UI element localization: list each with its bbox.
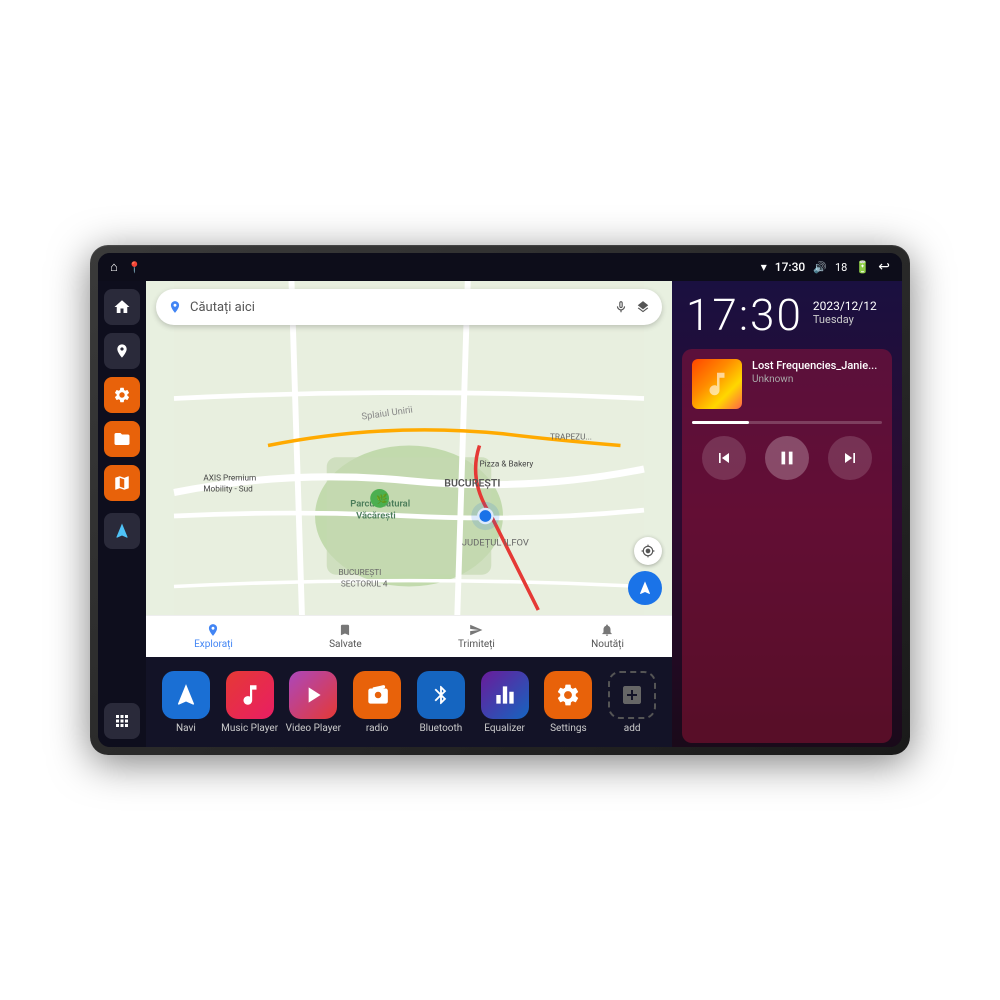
- status-right: ▾ 17:30 🔊 18 🔋 ↩: [761, 259, 890, 275]
- map-container: Splaiul Unirii BUCUREȘTI JUDEȚUL ILFOV B…: [146, 281, 672, 657]
- app-equalizer[interactable]: Equalizer: [475, 671, 535, 734]
- app-video[interactable]: Video Player: [283, 671, 343, 734]
- status-left: ⌂ 📍: [110, 259, 142, 275]
- battery-icon: 🔋: [855, 260, 870, 274]
- svg-text:BUCUREȘTI: BUCUREȘTI: [339, 568, 382, 578]
- map-tab-send[interactable]: Trimiteți: [458, 623, 495, 650]
- svg-text:JUDEȚUL ILFOV: JUDEȚUL ILFOV: [462, 537, 529, 548]
- map-tab-explore[interactable]: Explorați: [194, 623, 233, 650]
- equalizer-label: Equalizer: [484, 723, 525, 734]
- track-details: Lost Frequencies_Janie... Unknown: [752, 359, 882, 385]
- clock-date: 2023/12/12 Tuesday: [813, 293, 877, 326]
- car-head-unit: ⌂ 📍 ▾ 17:30 🔊 18 🔋 ↩: [90, 245, 910, 755]
- explore-label: Explorați: [194, 639, 233, 650]
- status-time: 17:30: [775, 260, 805, 274]
- progress-fill: [692, 421, 749, 424]
- app-bluetooth[interactable]: Bluetooth: [411, 671, 471, 734]
- maps-logo-icon: [168, 300, 182, 314]
- status-bar: ⌂ 📍 ▾ 17:30 🔊 18 🔋 ↩: [98, 253, 902, 281]
- svg-text:🌿: 🌿: [376, 493, 388, 505]
- track-name: Lost Frequencies_Janie...: [752, 359, 882, 372]
- bluetooth-label: Bluetooth: [419, 723, 462, 734]
- video-label: Video Player: [286, 723, 341, 734]
- maps-status-icon: 📍: [128, 261, 142, 274]
- clock-day: Tuesday: [813, 313, 877, 326]
- map-bottom-bar: Explorați Salvate Trimiteți: [146, 615, 672, 657]
- app-music[interactable]: Music Player: [220, 671, 280, 734]
- sidebar: [98, 281, 146, 747]
- svg-text:Văcărești: Văcărești: [356, 510, 396, 521]
- add-icon: [608, 671, 656, 719]
- music-icon: [226, 671, 274, 719]
- map-section[interactable]: Splaiul Unirii BUCUREȘTI JUDEȚUL ILFOV B…: [146, 281, 672, 657]
- search-input-text: Căutați aici: [190, 300, 606, 315]
- sidebar-btn-navi[interactable]: [104, 513, 140, 549]
- main-content: Splaiul Unirii BUCUREȘTI JUDEȚUL ILFOV B…: [98, 281, 902, 747]
- screen: ⌂ 📍 ▾ 17:30 🔊 18 🔋 ↩: [98, 253, 902, 747]
- sidebar-btn-settings[interactable]: [104, 377, 140, 413]
- svg-text:TRAPEZU...: TRAPEZU...: [550, 433, 592, 443]
- radio-icon: [353, 671, 401, 719]
- clock-section: 17:30 2023/12/12 Tuesday: [672, 281, 902, 345]
- map-tab-news[interactable]: Noutăți: [591, 623, 624, 650]
- map-search-bar[interactable]: Căutați aici: [156, 289, 662, 325]
- sidebar-btn-home[interactable]: [104, 289, 140, 325]
- sidebar-btn-apps[interactable]: [104, 703, 140, 739]
- map-search-icons: [614, 300, 650, 314]
- album-art-image: [692, 359, 742, 409]
- svg-text:BUCUREȘTI: BUCUREȘTI: [444, 477, 500, 490]
- radio-label: radio: [366, 723, 388, 734]
- apps-row: Navi Music Player Video Play: [146, 657, 672, 747]
- settings-label: Settings: [550, 723, 587, 734]
- track-artist: Unknown: [752, 374, 882, 385]
- app-radio[interactable]: radio: [347, 671, 407, 734]
- app-add[interactable]: add: [602, 671, 662, 734]
- next-button[interactable]: [828, 436, 872, 480]
- sidebar-btn-files[interactable]: [104, 421, 140, 457]
- svg-text:Mobility - Sud: Mobility - Sud: [203, 484, 253, 494]
- volume-icon: 🔊: [813, 261, 827, 274]
- add-label: add: [624, 723, 641, 734]
- sidebar-btn-location[interactable]: [104, 333, 140, 369]
- map-tab-saved[interactable]: Salvate: [329, 623, 362, 650]
- music-track-info: Lost Frequencies_Janie... Unknown: [692, 359, 882, 409]
- app-settings[interactable]: Settings: [538, 671, 598, 734]
- sidebar-btn-map[interactable]: [104, 465, 140, 501]
- location-btn[interactable]: [634, 537, 662, 565]
- music-controls: [692, 436, 882, 480]
- bluetooth-icon: [417, 671, 465, 719]
- right-panel: 17:30 2023/12/12 Tuesday: [672, 281, 902, 747]
- music-label: Music Player: [221, 723, 278, 734]
- navi-label: Navi: [176, 723, 196, 734]
- send-label: Trimiteți: [458, 639, 495, 650]
- equalizer-icon: [481, 671, 529, 719]
- prev-button[interactable]: [702, 436, 746, 480]
- clock-date-value: 2023/12/12: [813, 299, 877, 313]
- mic-icon[interactable]: [614, 300, 628, 314]
- home-status-icon: ⌂: [110, 259, 118, 275]
- wifi-icon: ▾: [761, 260, 767, 274]
- layers-icon[interactable]: [636, 300, 650, 314]
- svg-text:Pizza & Bakery: Pizza & Bakery: [480, 460, 534, 470]
- video-icon: [289, 671, 337, 719]
- back-icon[interactable]: ↩: [878, 259, 890, 275]
- saved-label: Salvate: [329, 639, 362, 650]
- album-art: [692, 359, 742, 409]
- center-area: Splaiul Unirii BUCUREȘTI JUDEȚUL ILFOV B…: [146, 281, 672, 747]
- navi-icon: [162, 671, 210, 719]
- clock-time: 17:30: [686, 293, 803, 337]
- svg-text:SECTORUL 4: SECTORUL 4: [341, 580, 388, 590]
- pause-button[interactable]: [765, 436, 809, 480]
- svg-text:AXIS Premium: AXIS Premium: [203, 474, 256, 484]
- news-label: Noutăți: [591, 639, 624, 650]
- progress-bar[interactable]: [692, 421, 882, 424]
- app-navi[interactable]: Navi: [156, 671, 216, 734]
- battery-level: 18: [835, 261, 847, 274]
- music-player: Lost Frequencies_Janie... Unknown: [682, 349, 892, 743]
- nav-fab[interactable]: [628, 571, 662, 605]
- settings-icon: [544, 671, 592, 719]
